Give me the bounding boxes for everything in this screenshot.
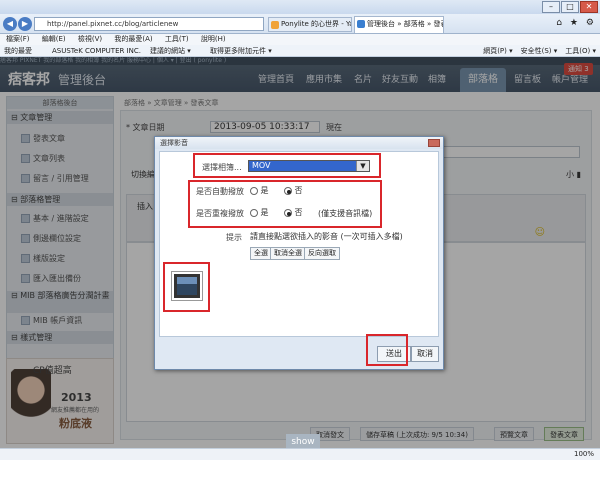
tab-label: 管理後台 » 部落格 » 發表文...	[367, 20, 443, 28]
address-bar: ◀ ▶ http://panel.pixnet.cc/blog/articlen…	[0, 14, 600, 34]
video-thumbnail-image	[177, 277, 197, 295]
safety-menu[interactable]: 安全性(S) ▾	[521, 45, 558, 57]
autoplay-no[interactable]: 否	[284, 185, 303, 196]
submit-button[interactable]: 送出	[377, 346, 411, 362]
loop-no[interactable]: 否	[284, 207, 303, 218]
tools-menu[interactable]: 工具(O) ▾	[565, 45, 596, 57]
favorites-star-icon[interactable]: ★	[570, 18, 578, 28]
cancel-button[interactable]: 取消	[411, 346, 439, 362]
menu-tools[interactable]: 工具(T)	[165, 35, 189, 43]
autoplay-yes[interactable]: 是	[250, 185, 269, 196]
album-select-label: 選擇相簿...	[202, 163, 242, 172]
invert-selection-button[interactable]: 反向選取	[304, 247, 340, 260]
back-icon[interactable]: ◀	[3, 17, 17, 31]
menu-file[interactable]: 檔案(F)	[6, 35, 30, 43]
menu-view[interactable]: 檢視(V)	[78, 35, 102, 43]
gear-icon[interactable]: ⚙	[586, 18, 594, 28]
deselect-all-button[interactable]: 取消全選	[270, 247, 306, 260]
menu-bar: 檔案(F) 編輯(E) 檢視(V) 我的最愛(A) 工具(T) 說明(H)	[0, 34, 600, 45]
loop-label: 是否重複撥放	[196, 209, 244, 218]
home-icon[interactable]: ⌂	[556, 18, 562, 28]
page-menu[interactable]: 網頁(P) ▾	[483, 45, 512, 57]
radio-checked-icon	[284, 208, 292, 217]
radio-icon	[250, 186, 258, 195]
favorites-button[interactable]: 我的最愛	[4, 45, 32, 57]
window-titlebar: – □ ✕	[0, 0, 600, 14]
status-bar	[0, 448, 600, 460]
chevron-down-icon: ▼	[356, 161, 369, 171]
menu-edit[interactable]: 編輯(E)	[42, 35, 66, 43]
hint-text: 請直接點選欲插入的影音 (一次可插入多檔)	[250, 232, 403, 241]
menu-favorites[interactable]: 我的最愛(A)	[114, 35, 152, 43]
autoplay-label: 是否自動撥放	[196, 187, 244, 196]
fav-suggested-sites[interactable]: 建議的網站 ▾	[150, 45, 191, 57]
browser-tab-yahoo[interactable]: Ponylite 的心世界 - Yahoo!部...	[268, 17, 352, 32]
video-thumbnail[interactable]	[171, 271, 203, 301]
album-select[interactable]: MOV ▼	[248, 160, 370, 172]
forward-icon[interactable]: ▶	[18, 17, 32, 31]
dialog-title: 選擇影音	[155, 137, 443, 149]
radio-checked-icon	[284, 186, 292, 195]
fav-asus-link[interactable]: ASUSTeK COMPUTER INC.	[52, 45, 141, 57]
select-all-button[interactable]: 全選	[250, 247, 272, 260]
zoom-level[interactable]: 100%	[574, 448, 594, 460]
close-window-button[interactable]: ✕	[580, 1, 598, 13]
radio-icon	[250, 208, 258, 217]
dialog-footer: 送出 取消	[159, 339, 439, 367]
fav-get-addons[interactable]: 取得更多附加元件 ▾	[210, 45, 272, 57]
loop-note: (僅支援音訊檔)	[318, 209, 373, 218]
dialog-close-icon[interactable]	[428, 139, 440, 147]
command-bar: 網頁(P) ▾ 安全性(S) ▾ 工具(O) ▾	[483, 45, 596, 57]
url-input[interactable]: http://panel.pixnet.cc/blog/articlenew	[34, 17, 264, 31]
minimize-button[interactable]: –	[542, 1, 560, 13]
hint-label: 提示	[226, 233, 242, 242]
dialog-body	[159, 151, 439, 337]
browser-tab-pixnet[interactable]: 管理後台 » 部落格 » 發表文...	[354, 16, 444, 33]
loop-yes[interactable]: 是	[250, 207, 269, 218]
window-controls: – □ ✕	[542, 1, 598, 13]
menu-help[interactable]: 說明(H)	[201, 35, 226, 43]
album-select-value: MOV	[249, 161, 356, 171]
maximize-button[interactable]: □	[561, 1, 579, 13]
tab-label: Ponylite 的心世界 - Yahoo!部...	[281, 20, 351, 28]
